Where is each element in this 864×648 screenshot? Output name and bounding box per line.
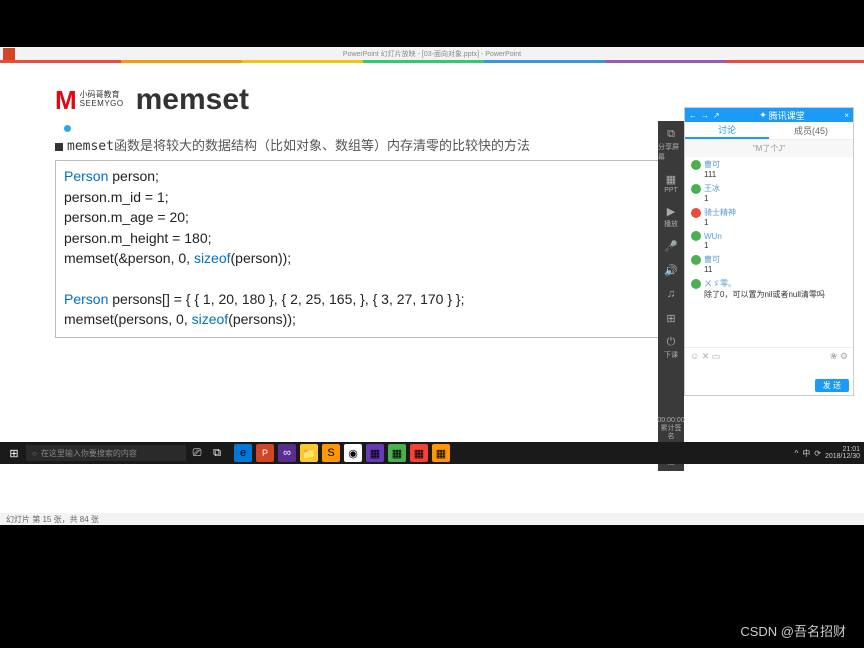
chat-banner: "M了个J"	[685, 140, 853, 157]
taskbar-clock[interactable]: 21:01 2018/12/30	[825, 446, 860, 460]
chat-message: WUn1	[691, 231, 847, 250]
ppt-button[interactable]: ▦PPT	[664, 172, 678, 194]
music-button[interactable]: ♫	[664, 287, 678, 301]
chat-message: 曹可111	[691, 159, 847, 179]
tab-members[interactable]: 成员(45)	[769, 122, 853, 139]
avatar	[691, 279, 701, 289]
chat-panel: ← → ↗ ✦ 腾讯课堂 × 讨论 成员(45) "M了个J" 曹可111 王冰…	[684, 107, 854, 396]
edge-icon[interactable]: e	[234, 444, 252, 462]
clear-icon[interactable]: ✕	[702, 351, 710, 361]
tray-chevron-icon[interactable]: ^	[794, 449, 798, 458]
chat-message: 曹可11	[691, 254, 847, 274]
play-button[interactable]: ▶播放	[664, 204, 678, 229]
stream-control-sidebar: ⧉分享屏幕 ▦PPT ▶播放 🎤 🔊 ♫ ⊞ ⏻下课 00:00:00 累计签名…	[658, 121, 684, 471]
avatar	[691, 255, 701, 265]
tray-ime-icon[interactable]: 中	[802, 448, 810, 459]
chrome-icon[interactable]: ◉	[344, 444, 362, 462]
logo-en: SEEMYGO	[80, 100, 124, 109]
taskbar-search[interactable]: ○ 在这里输入你要搜索的内容	[26, 445, 186, 461]
sublime-icon[interactable]: S	[322, 444, 340, 462]
close-icon[interactable]: ×	[844, 111, 849, 120]
powerpoint-task-icon[interactable]: P	[256, 444, 274, 462]
seemygo-logo: M 小码哥教育 SEEMYGO	[55, 85, 124, 116]
chat-message: 王冰1	[691, 183, 847, 203]
cortana-icon[interactable]: ⎚	[188, 444, 206, 462]
app-icon-4[interactable]: ▦	[432, 444, 450, 462]
window-title: PowerPoint 幻灯片放映 - [03-面向对象.pptx] - Powe…	[343, 49, 521, 59]
chat-header: ← → ↗ ✦ 腾讯课堂 ×	[685, 108, 853, 122]
tab-discuss[interactable]: 讨论	[685, 122, 769, 139]
popout-icon[interactable]: ↗	[713, 111, 720, 120]
gear-icon[interactable]: ⚙	[840, 351, 848, 361]
powerpoint-statusbar: 幻灯片 第 15 张，共 84 张	[0, 513, 864, 525]
avatar	[691, 160, 701, 170]
tencent-classroom-logo: ✦ 腾讯课堂	[759, 109, 805, 122]
slide-title: memset	[136, 83, 249, 117]
tray-sync-icon[interactable]: ⟳	[814, 449, 821, 458]
bullet-dot	[64, 125, 71, 132]
emoji-icon[interactable]: ☺	[690, 351, 699, 361]
avatar	[691, 231, 701, 241]
share-screen-button[interactable]: ⧉分享屏幕	[658, 127, 684, 162]
csdn-watermark: CSDN @吾名招财	[740, 621, 846, 640]
taskview-icon[interactable]: ⧉	[208, 444, 226, 462]
avatar	[691, 208, 701, 218]
chat-input-area: ☺ ✕ ▭ ❀ ⚙ 发 送	[685, 347, 853, 395]
end-class-button[interactable]: ⏻下课	[664, 335, 678, 360]
visualstudio-icon[interactable]: ∞	[278, 444, 296, 462]
start-button[interactable]: ⊞	[4, 444, 24, 462]
windows-taskbar: ⊞ ○ 在这里输入你要搜索的内容 ⎚ ⧉ e P ∞ 📁 S ◉ ▦ ▦ ▦ ▦…	[0, 442, 864, 464]
mic-button[interactable]: 🎤	[664, 239, 678, 253]
send-button[interactable]: 发 送	[815, 379, 849, 392]
image-icon[interactable]: ▭	[712, 351, 721, 361]
explorer-icon[interactable]: 📁	[300, 444, 318, 462]
app-icon-3[interactable]: ▦	[410, 444, 428, 462]
chat-message-list[interactable]: 曹可111 王冰1 骑士精神1 WUn1 曹可11 ㄨゞ零。除了0，可以置为ni…	[685, 157, 853, 347]
desktop-capture: PowerPoint 幻灯片放映 - [03-面向对象.pptx] - Powe…	[0, 47, 864, 545]
system-tray: ^ 中 ⟳ 21:01 2018/12/30	[794, 446, 860, 460]
app-icon[interactable]: ▦	[366, 444, 384, 462]
forward-icon[interactable]: →	[701, 111, 709, 120]
chat-message: ㄨゞ零。除了0，可以置为nil或者null清零吗	[691, 278, 847, 300]
powerpoint-icon	[3, 48, 15, 60]
back-icon[interactable]: ←	[689, 111, 697, 120]
chat-tabs: 讨论 成员(45)	[685, 122, 853, 140]
powerpoint-titlebar: PowerPoint 幻灯片放映 - [03-面向对象.pptx] - Powe…	[0, 47, 864, 60]
letterbox-bottom: CSDN @吾名招财	[0, 567, 864, 648]
chat-message: 骑士精神1	[691, 207, 847, 227]
volume-button[interactable]: 🔊	[664, 263, 678, 277]
letterbox-top	[0, 0, 864, 47]
settings-button[interactable]: ⊞	[664, 311, 678, 325]
flower-icon[interactable]: ❀	[830, 351, 838, 361]
avatar	[691, 184, 701, 194]
app-icon-2[interactable]: ▦	[388, 444, 406, 462]
